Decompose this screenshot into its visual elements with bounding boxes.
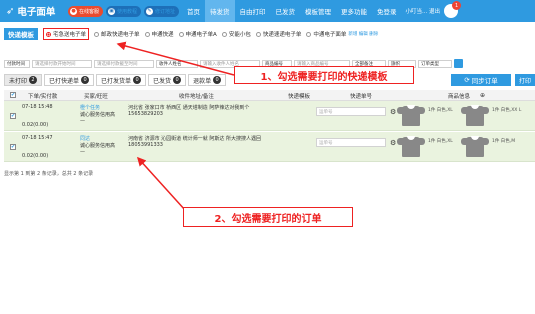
receiver-phone: 18053991333 (128, 142, 163, 148)
template-option-express[interactable]: 快递速递电子单 (255, 30, 301, 38)
radio-icon (144, 31, 150, 37)
nav-shipped[interactable]: 已发货 (271, 0, 301, 22)
arrow-to-order (136, 156, 186, 211)
refresh-icon: ⟳ (464, 76, 472, 84)
annotation-step-2: 2、勾选需要打印的订单 (183, 207, 353, 227)
tab-printed-invoice[interactable]: 已打发货单 0 (96, 74, 147, 86)
product-image (461, 105, 489, 126)
app-brand: ➶ 电子面单 (0, 4, 68, 19)
buyer-name[interactable]: 同达 (80, 135, 90, 142)
radio-icon (94, 31, 100, 37)
order-time: 07-18 15:47 (22, 135, 53, 141)
order-time: 07-18 15:48 (22, 104, 53, 110)
tab-count: 0 (213, 76, 222, 84)
receiver-address: 河北省 张家口市 桥西区 通天塔制造 阿萨辣达对我到个 (128, 105, 250, 111)
tab-count: 0 (81, 76, 90, 84)
product-spec: 1件 白色,XL (428, 108, 453, 113)
col-order-time: 下单/实付款 (28, 94, 58, 100)
tab-count: 0 (133, 76, 142, 84)
pay-time-select[interactable]: 付款时间 (4, 59, 30, 68)
waybill-input[interactable]: 运单号 (316, 107, 386, 116)
receiver-phone: 15653829203 (128, 111, 163, 117)
radio-icon (178, 31, 184, 37)
pagination-info: 显示第 1 到第 2 条记录，总共 2 条记录 (4, 171, 94, 177)
edit-address-button[interactable]: ✎ 修订地址 (144, 5, 180, 17)
order-pay: 0.02(0.00) (22, 122, 49, 128)
template-option-anneng[interactable]: 安能小包 (221, 30, 251, 38)
nav-template-manage[interactable]: 模板管理 (300, 0, 336, 22)
radio-icon (306, 31, 312, 37)
select-all-checkbox[interactable] (10, 92, 16, 98)
waybill-input[interactable]: 运单号 (316, 138, 386, 147)
radio-icon (46, 31, 51, 37)
nav-more-features[interactable]: 更多功能 (336, 0, 372, 22)
col-waybill: 快递单号 (350, 94, 373, 100)
product-image (397, 136, 425, 157)
template-row: 快递模板 宅急送电子单 邮政快递电子单 申通快递 申通电子单A 安能小包 快递速… (0, 27, 535, 41)
nav-no-login[interactable]: 免登录 (372, 0, 402, 22)
tab-printed-waybill[interactable]: 已打快递单 0 (44, 74, 95, 86)
search-button[interactable] (454, 59, 463, 68)
col-address: 收件地址/备注 (179, 94, 214, 100)
tab-count: 2 (29, 76, 38, 84)
product-image (397, 105, 425, 126)
plus-icon[interactable]: ⊕ (480, 92, 485, 99)
tab-unprinted[interactable]: 未打印 2 (4, 74, 43, 86)
buyer-note-2: — (80, 149, 85, 155)
receiver-address: 河南省 济源市 沁园街道 统计师一就 阿斯达 所大搜搜人遇回 (128, 136, 261, 142)
buyer-note: 诚心服务信用高 (80, 112, 116, 118)
book-icon: ▣ (108, 7, 116, 15)
product-image (461, 136, 489, 157)
tab-shipped[interactable]: 已发货 0 (148, 74, 187, 86)
col-goods: 商品信息 (448, 94, 471, 100)
col-template: 快递模板 (288, 94, 311, 100)
product-spec: 1件 白色,XX L (492, 108, 522, 113)
pay-start-input[interactable]: 请选择付款开始时间 (32, 59, 92, 68)
order-type-select[interactable]: 订单类型 (418, 59, 452, 68)
table-header: 下单/实付款 买家/旺旺 收件地址/备注 快递模板 快递单号 商品信息 ⊕ (4, 90, 535, 101)
template-option-zto[interactable]: 中通电子面单 新增 编辑 删除 (306, 30, 378, 38)
app-title: 电子面单 (17, 7, 56, 18)
pay-end-input[interactable]: 请选择付款截至时间 (94, 59, 154, 68)
template-option-zjs[interactable]: 宅急送电子单 (43, 28, 90, 40)
buyer-note-2: — (80, 118, 85, 124)
top-nav: ➶ 电子面单 ● 在线客服 ▣ 使用教程 ✎ 修订地址 首页 待发货 自由打印 … (0, 0, 535, 22)
radio-icon (221, 31, 227, 37)
buyer-note: 诚心服务信用高 (80, 143, 116, 149)
tutorial-button[interactable]: ▣ 使用教程 (106, 5, 142, 17)
nav-pending-shipment[interactable]: 待发货 (205, 0, 235, 22)
radio-icon (255, 31, 261, 37)
notification-icon[interactable]: 1 (444, 1, 462, 18)
notification-badge: 1 (452, 1, 462, 10)
receiver-select[interactable]: 收件人姓名 (156, 59, 198, 68)
nav-free-print[interactable]: 自由打印 (235, 0, 271, 22)
gear-icon[interactable]: ⚙ (390, 139, 396, 147)
gear-icon[interactable]: ⚙ (390, 108, 396, 116)
template-label: 快递模板 (4, 28, 38, 40)
row-checkbox[interactable] (10, 144, 16, 150)
tab-refund[interactable]: 退款单 0 (188, 74, 227, 86)
annotation-step-1: 1、勾选需要打印的快递模板 (234, 66, 414, 84)
nav-home[interactable]: 首页 (182, 0, 205, 22)
col-buyer: 买家/旺旺 (84, 94, 108, 100)
template-actions[interactable]: 新增 编辑 删除 (348, 31, 378, 37)
buyer-name[interactable]: 橙个任务 (80, 104, 100, 111)
print-button[interactable]: 打印 (515, 74, 535, 86)
sync-orders-button[interactable]: ⟳ 同步订单 (451, 74, 511, 86)
table-row[interactable]: 07-18 15:47 0.02(0.00) 同达 诚心服务信用高 — 河南省 … (4, 132, 535, 162)
table-row[interactable]: 07-18 15:48 0.02(0.00) 橙个任务 诚心服务信用高 — 河北… (4, 101, 535, 131)
chat-icon: ● (70, 7, 77, 15)
product-spec: 1件 白色,XL (428, 139, 453, 144)
template-option-sto[interactable]: 申通快递 (144, 30, 174, 38)
pencil-icon: ✎ (146, 7, 154, 15)
order-pay: 0.02(0.00) (22, 153, 49, 159)
online-service-button[interactable]: ● 在线客服 (68, 5, 104, 17)
template-option-sto-a[interactable]: 申通电子单A (178, 30, 217, 38)
paper-plane-icon: ➶ (6, 5, 15, 17)
tab-count: 0 (173, 76, 182, 84)
user-menu[interactable]: 小叮当... 退出 (406, 7, 441, 15)
row-checkbox[interactable] (10, 113, 16, 119)
template-option-ems[interactable]: 邮政快递电子单 (94, 30, 140, 38)
product-spec: 1件 白色,M (492, 139, 516, 144)
